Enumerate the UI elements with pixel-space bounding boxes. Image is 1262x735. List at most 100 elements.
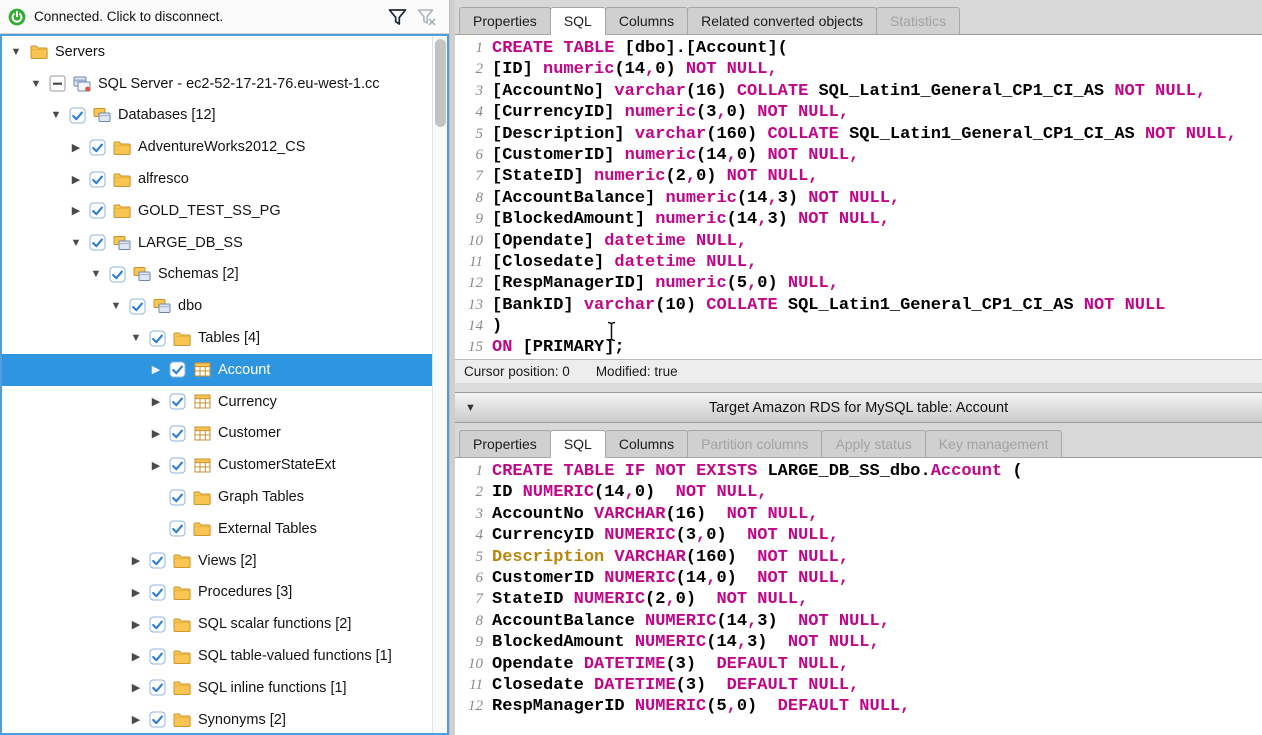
filter-clear-icon[interactable] xyxy=(416,7,437,27)
panel-splitter-horizontal[interactable] xyxy=(455,383,1262,392)
connection-toolbar: Connected. Click to disconnect. xyxy=(0,0,449,34)
tab-properties[interactable]: Properties xyxy=(459,430,551,458)
checkbox-checked[interactable] xyxy=(166,393,189,410)
tree-item-label: Account xyxy=(218,362,270,378)
checkbox-checked[interactable] xyxy=(146,616,169,633)
detail-panel: PropertiesSQLColumnsRelated converted ob… xyxy=(455,0,1262,735)
chevron-down-icon[interactable]: ▼ xyxy=(46,109,66,121)
checkbox-checked[interactable] xyxy=(166,489,189,506)
tree-item-external-tables[interactable]: External Tables xyxy=(2,513,447,545)
tree-item-synonyms-2[interactable]: ▶Synonyms [2] xyxy=(2,704,447,733)
connection-status-text[interactable]: Connected. Click to disconnect. xyxy=(34,9,223,24)
tab-partition-columns[interactable]: Partition columns xyxy=(687,430,822,458)
tree-item-views-2[interactable]: ▶Views [2] xyxy=(2,545,447,577)
table-icon xyxy=(189,458,215,473)
tree-item-large-db-ss[interactable]: ▼LARGE_DB_SS xyxy=(2,227,447,259)
tree-item-sql-server-ec2-52-17-21-76-eu-west-1-cc[interactable]: ▼SQL Server - ec2-52-17-21-76.eu-west-1.… xyxy=(2,68,447,100)
chevron-down-icon[interactable]: ▼ xyxy=(66,237,86,249)
tree-item-adventureworks2012-cs[interactable]: ▶AdventureWorks2012_CS xyxy=(2,131,447,163)
checkbox-indeterminate[interactable] xyxy=(46,75,69,92)
checkbox-checked[interactable] xyxy=(166,520,189,537)
tab-statistics[interactable]: Statistics xyxy=(876,7,960,35)
tree-item-databases-12[interactable]: ▼Databases [12] xyxy=(2,100,447,132)
tree-scrollbar-thumb[interactable] xyxy=(435,39,446,127)
tree-item-dbo[interactable]: ▼dbo xyxy=(2,290,447,322)
checkbox-checked[interactable] xyxy=(86,234,109,251)
tree-item-label: SQL scalar functions [2] xyxy=(198,616,351,632)
tab-properties[interactable]: Properties xyxy=(459,7,551,35)
tree-item-servers[interactable]: ▼Servers xyxy=(2,36,447,68)
tree-item-sql-table-valued-functions-1[interactable]: ▶ SQL table-valued functions [1] xyxy=(2,640,447,672)
code-line: 9BlockedAmount NUMERIC(14,3) NOT NULL, xyxy=(457,632,1262,653)
checkbox-checked[interactable] xyxy=(126,298,149,315)
checkbox-checked[interactable] xyxy=(66,107,89,124)
tree-scrollbar[interactable] xyxy=(432,36,447,733)
chevron-right-icon[interactable]: ▶ xyxy=(66,204,86,217)
chevron-down-icon[interactable]: ▼ xyxy=(126,332,146,344)
chevron-right-icon[interactable]: ▶ xyxy=(126,713,146,726)
chevron-right-icon[interactable]: ▶ xyxy=(146,427,166,440)
tab-key-management[interactable]: Key management xyxy=(925,430,1063,458)
chevron-right-icon[interactable]: ▶ xyxy=(66,173,86,186)
checkbox-checked[interactable] xyxy=(146,584,169,601)
code-line: 6[CustomerID] numeric(14,0) NOT NULL, xyxy=(457,145,1262,166)
chevron-down-icon[interactable]: ▼ xyxy=(86,268,106,280)
checkbox-checked[interactable] xyxy=(86,171,109,188)
chevron-right-icon[interactable]: ▶ xyxy=(66,141,86,154)
tab-columns[interactable]: Columns xyxy=(605,7,688,35)
tree-item-sql-inline-functions-1[interactable]: ▶SQL inline functions [1] xyxy=(2,672,447,704)
line-number: 8 xyxy=(457,188,483,209)
tree-item-currency[interactable]: ▶Currency xyxy=(2,386,447,418)
tab-columns[interactable]: Columns xyxy=(605,430,688,458)
checkbox-checked[interactable] xyxy=(86,202,109,219)
line-number: 12 xyxy=(457,273,483,294)
tree-item-tables-4[interactable]: ▼Tables [4] xyxy=(2,322,447,354)
chevron-right-icon[interactable]: ▶ xyxy=(126,618,146,631)
tree-item-account[interactable]: ▶ Account xyxy=(2,354,447,386)
line-number: 4 xyxy=(457,102,483,123)
collapse-arrow-icon[interactable]: ▼ xyxy=(465,402,476,414)
filter-icon[interactable] xyxy=(387,7,408,27)
tab-related-converted-objects[interactable]: Related converted objects xyxy=(687,7,877,35)
line-number: 5 xyxy=(457,547,483,568)
chevron-down-icon[interactable]: ▼ xyxy=(6,46,26,58)
connection-status-icon[interactable] xyxy=(8,8,26,26)
target-sql-editor[interactable]: 1CREATE TABLE IF NOT EXISTS LARGE_DB_SS_… xyxy=(455,458,1262,735)
chevron-right-icon[interactable]: ▶ xyxy=(146,459,166,472)
checkbox-checked[interactable] xyxy=(146,330,169,347)
checkbox-checked[interactable] xyxy=(146,679,169,696)
tree-item-gold-test-ss-pg[interactable]: ▶GOLD_TEST_SS_PG xyxy=(2,195,447,227)
checkbox-checked[interactable] xyxy=(166,361,189,378)
table-icon xyxy=(189,394,215,409)
tree-item-customer[interactable]: ▶Customer xyxy=(2,418,447,450)
code-line: 2ID NUMERIC(14,0) NOT NULL, xyxy=(457,482,1262,503)
chevron-right-icon[interactable]: ▶ xyxy=(126,586,146,599)
chevron-right-icon[interactable]: ▶ xyxy=(126,554,146,567)
tree-item-sql-scalar-functions-2[interactable]: ▶ SQL scalar functions [2] xyxy=(2,608,447,640)
tab-sql[interactable]: SQL xyxy=(550,430,606,458)
chevron-down-icon[interactable]: ▼ xyxy=(106,300,126,312)
tab-apply-status[interactable]: Apply status xyxy=(821,430,925,458)
tab-sql[interactable]: SQL xyxy=(550,7,606,35)
checkbox-checked[interactable] xyxy=(146,552,169,569)
chevron-right-icon[interactable]: ▶ xyxy=(126,650,146,663)
checkbox-checked[interactable] xyxy=(166,457,189,474)
tree-item-schemas-2[interactable]: ▼Schemas [2] xyxy=(2,259,447,291)
chevron-right-icon[interactable]: ▶ xyxy=(146,363,166,376)
checkbox-checked[interactable] xyxy=(146,711,169,728)
checkbox-checked[interactable] xyxy=(166,425,189,442)
tree-item-label: SQL table-valued functions [1] xyxy=(198,648,392,664)
checkbox-checked[interactable] xyxy=(86,139,109,156)
code-text: [AccountNo] varchar(16) COLLATE SQL_Lati… xyxy=(492,81,1206,102)
chevron-down-icon[interactable]: ▼ xyxy=(26,78,46,90)
chevron-right-icon[interactable]: ▶ xyxy=(146,395,166,408)
source-sql-editor[interactable]: 1CREATE TABLE [dbo].[Account](2[ID] nume… xyxy=(455,35,1262,359)
checkbox-checked[interactable] xyxy=(146,648,169,665)
tree-item-alfresco[interactable]: ▶alfresco xyxy=(2,163,447,195)
chevron-right-icon[interactable]: ▶ xyxy=(126,681,146,694)
tree-item-customerstateext[interactable]: ▶CustomerStateExt xyxy=(2,449,447,481)
tree-item-procedures-3[interactable]: ▶Procedures [3] xyxy=(2,577,447,609)
line-number: 1 xyxy=(457,38,483,59)
checkbox-checked[interactable] xyxy=(106,266,129,283)
tree-item-graph-tables[interactable]: Graph Tables xyxy=(2,481,447,513)
